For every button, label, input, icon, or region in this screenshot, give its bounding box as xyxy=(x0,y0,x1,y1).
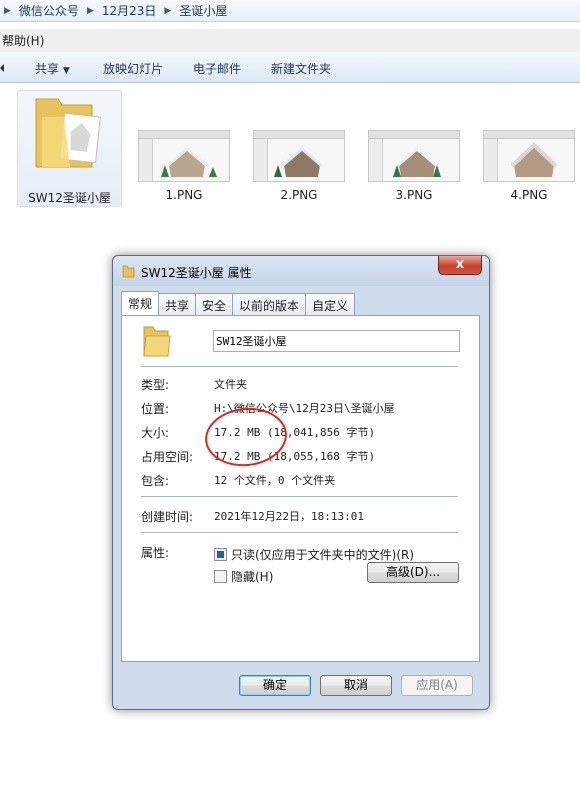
created-label: 创建时间: xyxy=(141,510,194,524)
attributes-label: 属性: xyxy=(141,546,170,560)
new-folder-button[interactable]: 新建文件夹 xyxy=(271,60,331,77)
folder-icon xyxy=(35,98,101,168)
tab-previous-versions[interactable]: 以前的版本 xyxy=(232,293,307,315)
file-item[interactable]: 2.PNG xyxy=(245,130,353,205)
chevron-left-icon[interactable] xyxy=(0,64,4,72)
breadcrumb-item[interactable]: 12月23日 xyxy=(102,2,157,19)
cancel-button[interactable]: 取消 xyxy=(320,675,392,696)
share-button[interactable]: 共享 ▼ xyxy=(35,60,70,77)
image-thumbnail xyxy=(368,130,460,182)
menu-bar: 帮助(H) xyxy=(0,29,580,51)
divider xyxy=(141,532,458,533)
readonly-checkbox[interactable] xyxy=(214,548,227,561)
file-item[interactable]: 3.PNG xyxy=(360,130,468,205)
hidden-label[interactable]: 隐藏(H) xyxy=(231,568,273,585)
dialog-titlebar[interactable]: SW12圣诞小屋 属性 x xyxy=(113,256,489,286)
dialog-title: SW12圣诞小屋 属性 xyxy=(141,266,252,280)
file-item[interactable]: 1.PNG xyxy=(130,130,238,205)
ok-button[interactable]: 确定 xyxy=(239,675,311,696)
chevron-right-icon: ▶ xyxy=(86,5,94,16)
tab-security[interactable]: 安全 xyxy=(195,293,234,315)
file-name: 1.PNG xyxy=(165,188,203,202)
type-value: 文件夹 xyxy=(214,378,247,391)
file-name: 3.PNG xyxy=(395,188,433,202)
image-thumbnail xyxy=(483,130,575,182)
folder-name-input[interactable] xyxy=(213,330,460,352)
close-button[interactable]: x xyxy=(438,256,482,275)
address-bar[interactable]: ▶ 微信公众号 ▶ 12月23日 ▶ 圣诞小屋 xyxy=(0,0,580,22)
divider xyxy=(141,366,458,367)
contains-value: 12 个文件，0 个文件夹 xyxy=(214,474,336,487)
tab-customize[interactable]: 自定义 xyxy=(305,293,356,315)
properties-dialog: SW12圣诞小屋 属性 x 常规 共享 安全 以前的版本 自定义 类型: 文件夹… xyxy=(112,255,490,710)
location-label: 位置: xyxy=(141,402,170,416)
size-label: 大小: xyxy=(141,426,170,440)
hidden-checkbox[interactable] xyxy=(214,570,227,583)
divider xyxy=(141,496,458,497)
menu-help[interactable]: 帮助(H) xyxy=(2,32,44,49)
folder-item[interactable]: SW12圣诞小屋 xyxy=(17,90,122,207)
advanced-button[interactable]: 高级(D)... xyxy=(367,562,459,583)
dropdown-arrow-icon: ▼ xyxy=(62,66,70,76)
breadcrumb-item[interactable]: 圣诞小屋 xyxy=(179,2,227,19)
tab-general[interactable]: 常规 xyxy=(121,291,160,315)
folder-name: SW12圣诞小屋 xyxy=(28,191,111,205)
image-thumbnail xyxy=(253,130,345,182)
disk-size-label: 占用空间: xyxy=(141,450,194,464)
image-thumbnail xyxy=(138,130,230,182)
contains-label: 包含: xyxy=(141,474,170,488)
chevron-right-icon: ▶ xyxy=(4,5,11,16)
file-name: 4.PNG xyxy=(510,188,548,202)
share-label: 共享 xyxy=(35,62,60,76)
folder-icon xyxy=(122,265,135,278)
apply-button[interactable]: 应用(A) xyxy=(401,675,473,696)
tab-sharing[interactable]: 共享 xyxy=(158,293,197,315)
created-value: 2021年12月22日，18:13:01 xyxy=(214,510,364,523)
chevron-right-icon: ▶ xyxy=(164,5,172,16)
folder-icon xyxy=(143,326,171,357)
tab-bar: 常规 共享 安全 以前的版本 自定义 xyxy=(121,291,356,315)
general-panel: 类型: 文件夹 位置: H:\微信公众号\12月23日\圣诞小屋 大小: 17.… xyxy=(121,315,480,662)
slideshow-button[interactable]: 放映幻灯片 xyxy=(103,60,163,77)
readonly-label[interactable]: 只读(仅应用于文件夹中的文件)(R) xyxy=(231,546,414,563)
command-bar: 共享 ▼ 放映幻灯片 电子邮件 新建文件夹 xyxy=(0,51,580,83)
type-label: 类型: xyxy=(141,378,170,392)
email-button[interactable]: 电子邮件 xyxy=(193,60,241,77)
breadcrumb-item[interactable]: 微信公众号 xyxy=(19,2,79,19)
file-name: 2.PNG xyxy=(280,188,318,202)
file-item[interactable]: 4.PNG xyxy=(475,130,580,205)
